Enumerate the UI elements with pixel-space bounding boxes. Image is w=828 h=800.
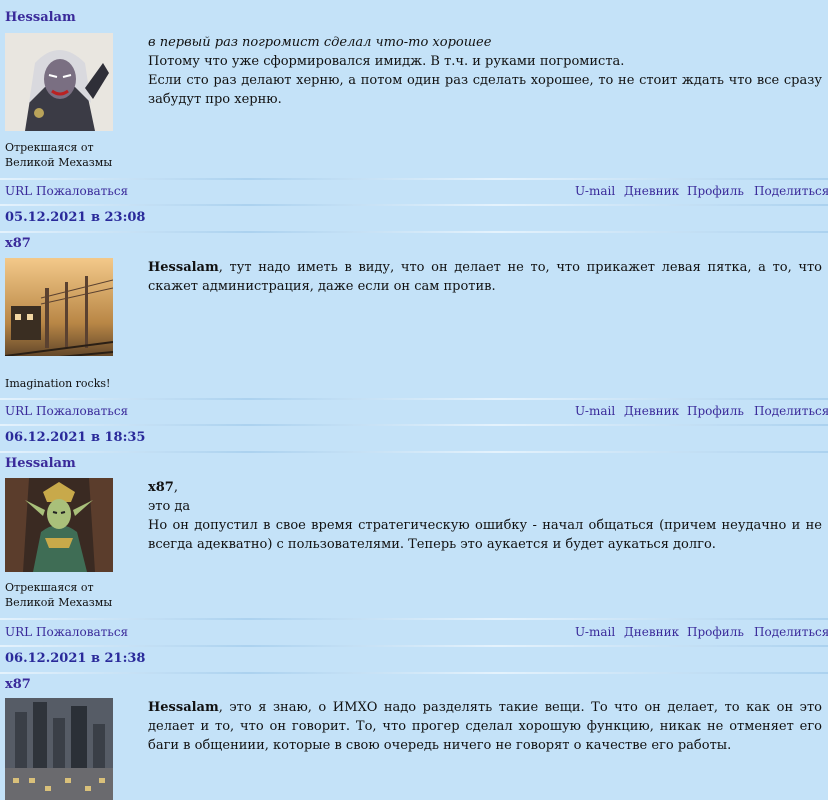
comment-text: в первый раз погромист сделал что-то хор… (148, 33, 822, 109)
comment-text: Hessalam, тут надо иметь в виду, что он … (148, 258, 822, 296)
umail-link[interactable]: U-mail (575, 404, 615, 418)
avatar[interactable] (5, 698, 113, 800)
comment-author[interactable]: x87 (5, 677, 31, 692)
umail-link[interactable]: U-mail (575, 625, 615, 639)
text-line: Но он допустил в свое время стратегическ… (148, 518, 822, 552)
divider (0, 398, 828, 400)
avatar[interactable] (5, 33, 113, 131)
share-link[interactable]: Поделиться (754, 404, 828, 418)
text-line: это да (148, 499, 191, 514)
reply-to[interactable]: Hessalam (148, 700, 219, 715)
comment-date[interactable]: 05.12.2021 в 23:08 (5, 210, 145, 225)
diary-link[interactable]: Дневник (624, 404, 679, 418)
divider (0, 204, 828, 206)
diary-link[interactable]: Дневник (624, 184, 679, 198)
text-line: Потому что уже сформировался имидж. В т.… (148, 54, 625, 69)
reply-to[interactable]: x87 (148, 480, 174, 495)
comment: Hessalam Отрекшаяся от Великой Мехазмы в… (0, 0, 828, 180)
url-link[interactable]: URL (5, 184, 32, 198)
share-link[interactable]: Поделиться (754, 184, 828, 198)
share-link[interactable]: Поделиться (754, 625, 828, 639)
comment-actions: URL Пожаловаться U-mail Дневник Профиль … (0, 184, 828, 204)
complain-link[interactable]: Пожаловаться (36, 184, 128, 198)
comment-author[interactable]: Hessalam (5, 10, 76, 25)
avatar[interactable] (5, 258, 113, 356)
divider (0, 424, 828, 426)
user-status: Отрекшаяся от Великой Мехазмы (5, 141, 113, 169)
reply-to[interactable]: Hessalam (148, 260, 219, 275)
divider (0, 451, 828, 453)
umail-link[interactable]: U-mail (575, 184, 615, 198)
user-status: Отрекшаяся от Великой Мехазмы (5, 581, 113, 609)
comment-text: x87, это да Но он допустил в свое время … (148, 478, 822, 554)
divider (0, 618, 828, 620)
divider (0, 178, 828, 180)
comment-actions: URL Пожаловаться U-mail Дневник Профиль … (0, 625, 828, 645)
user-status: Imagination rocks! (5, 377, 111, 390)
comment-author[interactable]: x87 (5, 236, 31, 251)
avatar[interactable] (5, 478, 113, 576)
profile-link[interactable]: Профиль (687, 184, 744, 198)
profile-link[interactable]: Профиль (687, 404, 744, 418)
divider (0, 645, 828, 647)
text-line: , (173, 480, 178, 495)
divider (0, 231, 828, 233)
url-link[interactable]: URL (5, 625, 32, 639)
text-line: , это я знаю, о ИМХО надо разделять таки… (148, 700, 822, 753)
profile-link[interactable]: Профиль (687, 625, 744, 639)
comment-text: Hessalam, это я знаю, о ИМХО надо раздел… (148, 698, 822, 755)
complain-link[interactable]: Пожаловаться (36, 625, 128, 639)
comment-author[interactable]: Hessalam (5, 456, 76, 471)
text-line: Если сто раз делают херню, а потом один … (148, 73, 822, 107)
text-line: , тут надо иметь в виду, что он делает н… (148, 260, 822, 294)
comment-feed: Hessalam Отрекшаяся от Великой Мехазмы в… (0, 0, 828, 800)
comment-date[interactable]: 06.12.2021 в 18:35 (5, 430, 145, 445)
complain-link[interactable]: Пожаловаться (36, 404, 128, 418)
diary-link[interactable]: Дневник (624, 625, 679, 639)
comment-actions: URL Пожаловаться U-mail Дневник Профиль … (0, 404, 828, 424)
divider (0, 672, 828, 674)
quote: в первый раз погромист сделал что-то хор… (148, 35, 492, 50)
comment-date[interactable]: 06.12.2021 в 21:38 (5, 651, 145, 666)
url-link[interactable]: URL (5, 404, 32, 418)
